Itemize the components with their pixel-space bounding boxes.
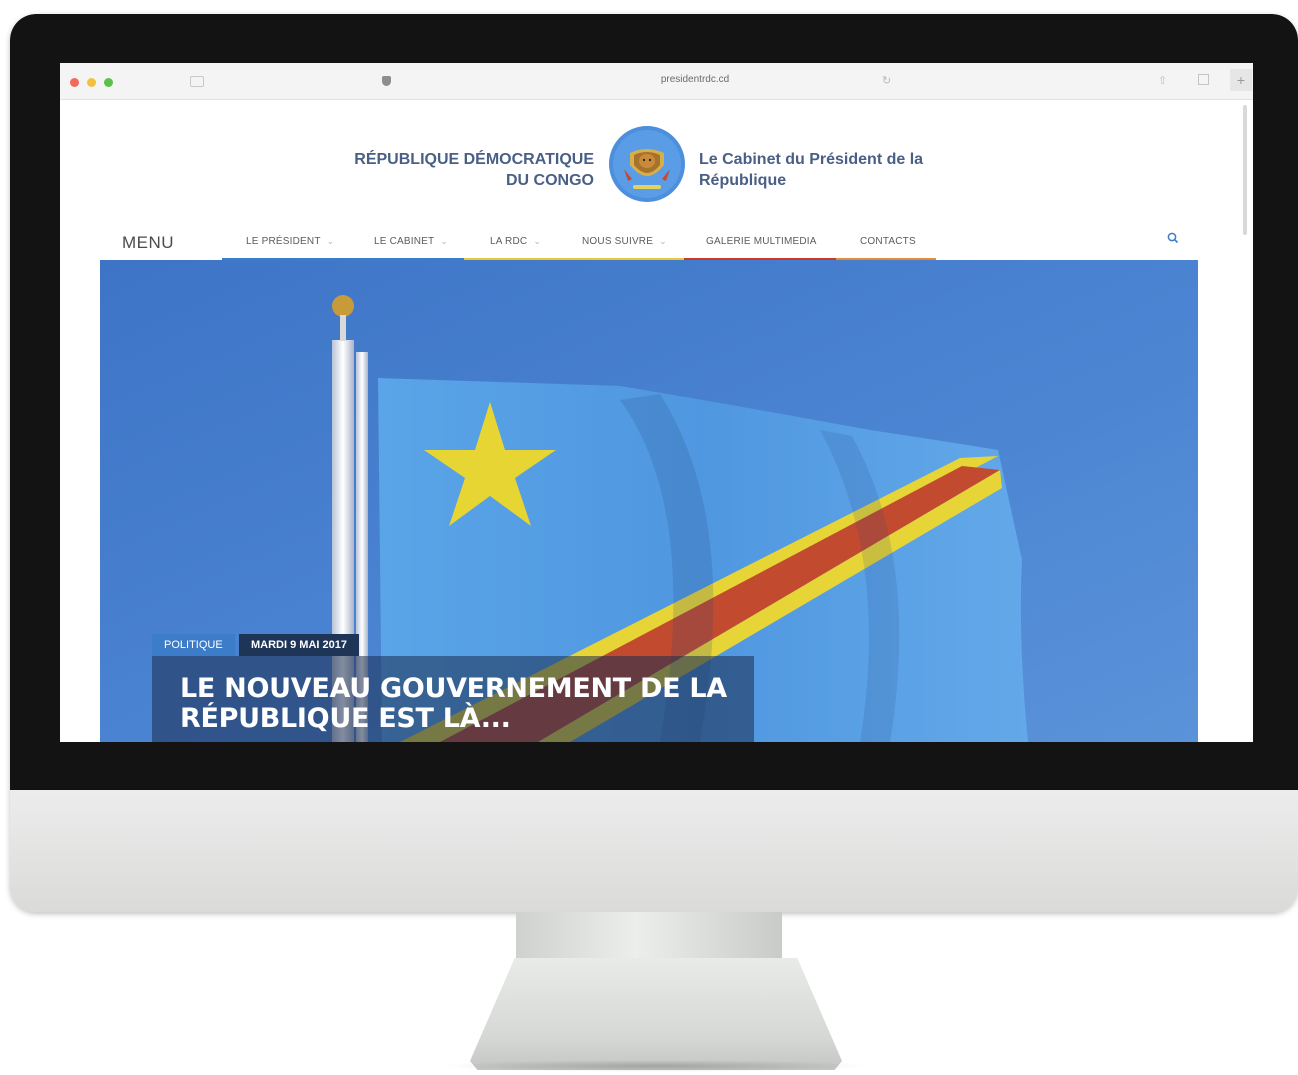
nav-item-le-president[interactable]: LE PRÉSIDENT ⌄ [246, 236, 334, 247]
share-icon[interactable]: ⇧ [1158, 74, 1167, 87]
chevron-down-icon: ⌄ [326, 236, 335, 246]
monitor-neck [516, 912, 782, 960]
stand-shadow [440, 1060, 870, 1072]
monitor-chin [10, 790, 1298, 912]
site-title-cabinet-line1: Le Cabinet du Président de la [699, 151, 924, 168]
browser-toolbar: presidentrdc.cd ↻ ⇧ + [60, 63, 1253, 100]
headline-line1: LE NOUVEAU GOUVERNEMENT DE LA [180, 673, 727, 704]
site-title-country[interactable]: RÉPUBLIQUE DÉMOCRATIQUE DU CONGO [290, 149, 594, 191]
search-icon[interactable] [1166, 231, 1180, 245]
headline-panel[interactable]: LE NOUVEAU GOUVERNEMENT DE LA RÉPUBLIQUE… [152, 656, 754, 742]
address-bar[interactable]: presidentrdc.cd [60, 74, 1253, 85]
nav-label: NOUS SUIVRE [582, 236, 654, 247]
site-title-cabinet[interactable]: Le Cabinet du Président de la République [699, 149, 999, 191]
url-text: presidentrdc.cd [660, 74, 730, 85]
nav-item-galerie-multimedia[interactable]: GALERIE MULTIMEDIA [706, 236, 817, 247]
chevron-down-icon: ⌄ [533, 236, 542, 246]
nav-item-la-rdc[interactable]: LA RDC ⌄ [490, 236, 541, 247]
new-tab-button[interactable]: + [1230, 69, 1252, 91]
nav-item-le-cabinet[interactable]: LE CABINET ⌄ [374, 236, 448, 247]
nav-item-nous-suivre[interactable]: NOUS SUIVRE ⌄ [582, 236, 667, 247]
site-title-country-line2: DU CONGO [506, 172, 594, 189]
nav-label: LA RDC [490, 236, 528, 247]
nav-label: GALERIE MULTIMEDIA [706, 236, 817, 247]
category-badge[interactable]: POLITIQUE [152, 634, 235, 656]
browser-window: presidentrdc.cd ↻ ⇧ + RÉPUBLIQUE DÉMOCRA… [60, 63, 1253, 742]
date-badge: MARDI 9 MAI 2017 [239, 634, 359, 656]
chevron-down-icon: ⌄ [440, 236, 449, 246]
article-headline[interactable]: LE NOUVEAU GOUVERNEMENT DE LA RÉPUBLIQUE… [180, 674, 750, 734]
site-title-cabinet-line2: République [699, 172, 787, 189]
chevron-down-icon: ⌄ [659, 236, 667, 246]
nav-label: LE CABINET [374, 236, 435, 247]
nav-label: LE PRÉSIDENT [246, 236, 321, 247]
nav-label: CONTACTS [860, 236, 916, 247]
headline-line2: RÉPUBLIQUE EST LÀ... [180, 703, 511, 734]
hero-article[interactable]: POLITIQUE MARDI 9 MAI 2017 LE NOUVEAU GO… [100, 260, 1198, 742]
monitor-stand [470, 958, 842, 1070]
coat-of-arms-logo[interactable] [608, 125, 686, 203]
site-title-country-line1: RÉPUBLIQUE DÉMOCRATIQUE [354, 151, 594, 168]
reload-icon[interactable]: ↻ [882, 74, 891, 87]
page-scrollbar[interactable] [1243, 105, 1247, 235]
tabs-overview-icon[interactable] [1198, 74, 1209, 85]
menu-button[interactable]: MENU [122, 233, 174, 253]
nav-item-contacts[interactable]: CONTACTS [860, 236, 916, 247]
